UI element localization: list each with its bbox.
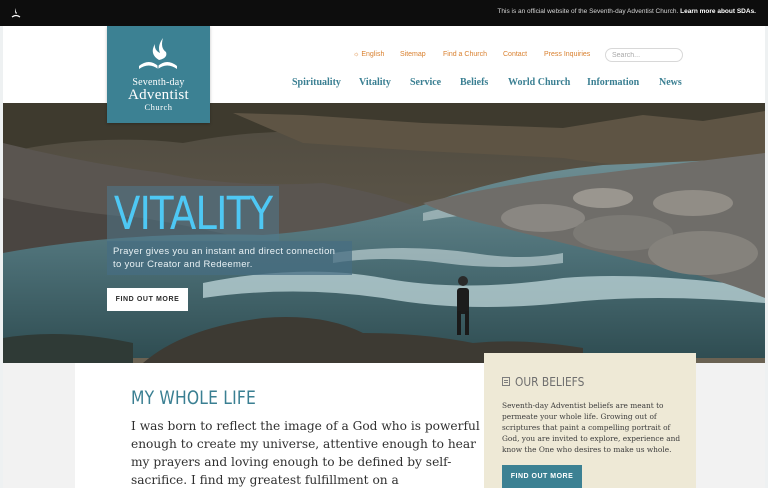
section-title: MY WHOLE LIFE	[131, 387, 256, 409]
hero-title: VITALITY	[107, 186, 280, 242]
official-site-bar: This is an official website of the Seven…	[0, 0, 768, 26]
nav-item-beliefs[interactable]: Beliefs	[460, 77, 488, 88]
beliefs-card: OUR BELIEFS Seventh-day Adventist belief…	[484, 353, 696, 488]
globe-icon: ☼	[353, 51, 360, 58]
nav-item-world-church[interactable]: World Church	[508, 77, 570, 88]
church-mini-logo-icon[interactable]	[10, 8, 22, 18]
content-section: MY WHOLE LIFE I was born to reflect the …	[3, 353, 765, 488]
hero-description: Prayer gives you an instant and direct c…	[107, 241, 352, 275]
language-label: English	[361, 51, 385, 58]
utility-link-contact[interactable]: Contact	[503, 51, 527, 58]
nav-item-spirituality[interactable]: Spirituality	[292, 77, 341, 88]
document-icon	[502, 377, 510, 386]
beliefs-find-out-more-button[interactable]: FIND OUT MORE	[502, 465, 582, 488]
page-frame: ☼ English Sitemap Find a Church Contact …	[3, 26, 765, 488]
church-logo[interactable]: Seventh-day Adventist Church	[107, 26, 210, 123]
hero-find-out-more-button[interactable]: FIND OUT MORE	[107, 288, 188, 311]
learn-more-link[interactable]: Learn more about SDAs.	[680, 8, 756, 15]
nav-item-service[interactable]: Service	[410, 77, 441, 88]
language-selector[interactable]: ☼ English	[353, 51, 384, 58]
utility-link-press-inquiries[interactable]: Press Inquiries	[544, 51, 590, 58]
beliefs-title: OUR BELIEFS	[515, 374, 585, 389]
utility-link-find-a-church[interactable]: Find a Church	[443, 51, 487, 58]
search-input[interactable]	[605, 48, 683, 62]
nav-item-news[interactable]: News	[659, 77, 682, 88]
section-body-text: I was born to reflect the image of a God…	[131, 419, 480, 487]
flame-book-logo-icon	[139, 38, 177, 69]
utility-link-sitemap[interactable]: Sitemap	[400, 51, 426, 58]
hero-banner: VITALITY Prayer gives you an instant and…	[3, 103, 765, 363]
official-site-text: This is an official website of the Seven…	[497, 8, 679, 15]
nav-item-vitality[interactable]: Vitality	[359, 77, 391, 88]
nav-item-information[interactable]: Information	[587, 77, 639, 88]
logo-text-church: Church	[144, 102, 173, 112]
official-site-notice: This is an official website of the Seven…	[497, 8, 756, 15]
beliefs-description: Seventh-day Adventist beliefs are meant …	[502, 401, 681, 454]
